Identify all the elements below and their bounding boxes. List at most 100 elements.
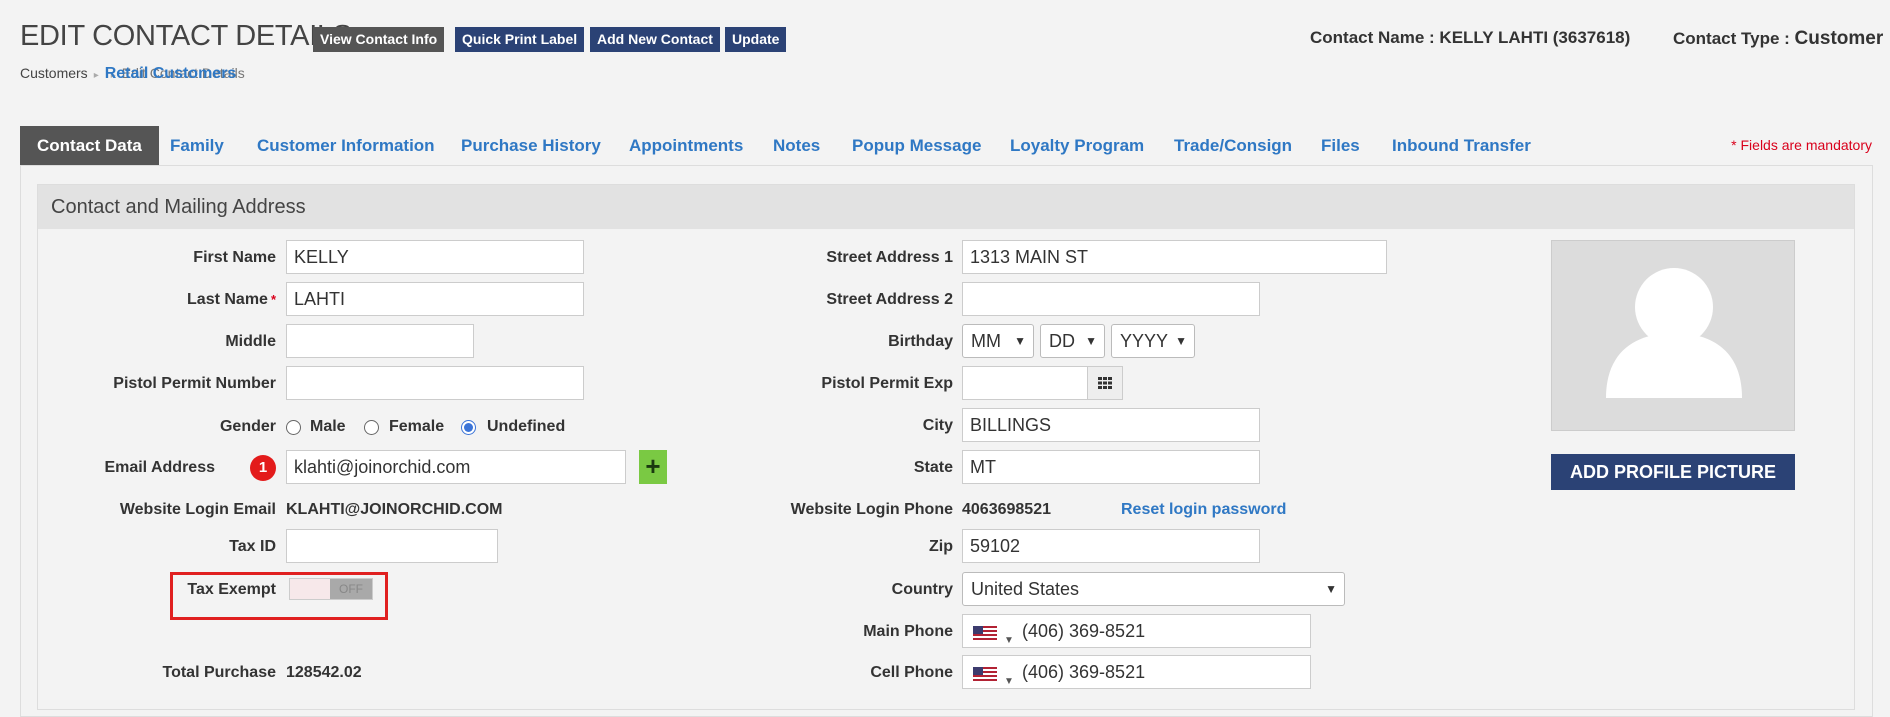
cell-phone-value: (406) 369-8521 xyxy=(1022,662,1146,682)
tab-notes[interactable]: Notes xyxy=(773,126,820,166)
website-login-email-value: KLAHTI@JOINORCHID.COM xyxy=(286,501,503,518)
website-login-phone-value: 4063698521 xyxy=(962,501,1051,518)
pistol-permit-exp-label: Pistol Permit Exp xyxy=(821,375,953,392)
city-input[interactable]: BILLINGS xyxy=(962,408,1260,442)
first-name-input[interactable]: KELLY xyxy=(286,240,584,274)
website-login-phone-label: Website Login Phone xyxy=(790,501,953,518)
birthday-month-select[interactable]: MM ▼ xyxy=(962,324,1034,358)
pistol-permit-exp-input[interactable] xyxy=(962,366,1089,400)
cell-phone-label: Cell Phone xyxy=(870,664,953,681)
contact-name-value: KELLY LAHTI (3637618) xyxy=(1439,28,1631,47)
breadcrumb: Customers ▸ Retail Customers ▸ Edit Contact … xyxy=(20,65,245,83)
birthday-day-value: DD xyxy=(1049,331,1075,351)
chevron-down-icon: ▼ xyxy=(1014,334,1026,348)
gender-female-radio[interactable] xyxy=(364,420,379,435)
tab-popup-message[interactable]: Popup Message xyxy=(852,126,981,166)
street-address-1-label: Street Address 1 xyxy=(826,249,953,266)
website-login-email-label: Website Login Email xyxy=(119,501,276,518)
section-title: Contact and Mailing Address xyxy=(38,185,1854,229)
main-phone-value: (406) 369-8521 xyxy=(1022,621,1146,641)
total-purchase-label: Total Purchase xyxy=(162,664,276,681)
email-label: Email Address xyxy=(104,459,215,476)
chevron-down-icon: ▼ xyxy=(1325,582,1337,596)
tab-customer-information[interactable]: Customer Information xyxy=(257,126,435,166)
caret-down-icon: ▼ xyxy=(1004,635,1014,646)
middle-input[interactable] xyxy=(286,324,474,358)
breadcrumb-retail-customers[interactable]: Retail Customers xyxy=(105,65,237,83)
middle-label: Middle xyxy=(225,333,276,350)
calendar-grid-icon-svg xyxy=(1098,377,1112,389)
view-contact-info-button[interactable]: View Contact Info xyxy=(313,27,445,52)
contact-type: Contact Type : Customer xyxy=(1673,28,1883,50)
street-address-1-input[interactable]: 1313 MAIN ST xyxy=(962,240,1387,274)
gender-label: Gender xyxy=(219,418,276,435)
tab-files[interactable]: Files xyxy=(1321,126,1360,166)
gender-male-radio[interactable] xyxy=(286,420,301,435)
quick-print-label-button[interactable]: Quick Print Label xyxy=(455,27,585,52)
gender-male-label: Male xyxy=(310,418,346,435)
zip-input[interactable]: 59102 xyxy=(962,529,1260,563)
city-label: City xyxy=(922,417,953,434)
tax-exempt-toggle[interactable]: OFF xyxy=(289,578,373,600)
breadcrumb-customers[interactable]: Customers xyxy=(20,65,88,81)
contact-name: Contact Name : KELLY LAHTI (3637618) xyxy=(1310,28,1630,48)
caret-down-icon: ▼ xyxy=(1004,676,1014,687)
birthday-day-select[interactable]: DD ▼ xyxy=(1040,324,1105,358)
required-marker: * xyxy=(270,292,276,307)
tab-loyalty-program[interactable]: Loyalty Program xyxy=(1010,126,1144,166)
gender-radio-group: Male Female Undefined xyxy=(286,418,586,438)
tax-exempt-label: Tax Exempt xyxy=(187,581,276,598)
calendar-grid-icon[interactable] xyxy=(1087,366,1123,400)
chevron-down-icon: ▼ xyxy=(1085,334,1097,348)
tax-id-input[interactable] xyxy=(286,529,498,563)
us-flag-icon[interactable] xyxy=(973,667,997,681)
reset-login-password-link[interactable]: Reset login password xyxy=(1121,501,1286,519)
state-input[interactable]: MT xyxy=(962,450,1260,484)
profile-picture xyxy=(1551,240,1795,431)
chevron-down-icon: ▼ xyxy=(1175,334,1187,348)
birthday-label: Birthday xyxy=(888,333,953,350)
last-name-input[interactable]: LAHTI xyxy=(286,282,584,316)
tab-trade-consign[interactable]: Trade/Consign xyxy=(1174,126,1292,166)
main-phone-label: Main Phone xyxy=(863,623,953,640)
breadcrumb-separator-icon: ▸ xyxy=(93,70,99,81)
contact-type-label: Contact Type : xyxy=(1673,29,1790,48)
birthday-year-select[interactable]: YYYY ▼ xyxy=(1111,324,1195,358)
birthday-month-value: MM xyxy=(971,331,1001,351)
tab-purchase-history[interactable]: Purchase History xyxy=(461,126,601,166)
first-name-label: First Name xyxy=(193,249,276,266)
tab-family[interactable]: Family xyxy=(170,126,224,166)
street-address-2-input[interactable] xyxy=(962,282,1260,316)
tab-contact-data[interactable]: Contact Data xyxy=(20,126,159,166)
add-email-plus-icon[interactable]: + xyxy=(639,450,667,484)
last-name-label: Last Name * xyxy=(187,291,276,309)
pistol-permit-input[interactable] xyxy=(286,366,584,400)
pistol-permit-label: Pistol Permit Number xyxy=(113,375,276,392)
tab-appointments[interactable]: Appointments xyxy=(629,126,743,166)
tab-inbound-transfer[interactable]: Inbound Transfer xyxy=(1392,126,1531,166)
country-select[interactable]: United States ▼ xyxy=(962,572,1345,606)
country-label: Country xyxy=(891,581,953,598)
zip-label: Zip xyxy=(929,538,953,555)
main-phone-input[interactable]: ▼ (406) 369-8521 xyxy=(962,614,1311,648)
cell-phone-input[interactable]: ▼ (406) 369-8521 xyxy=(962,655,1311,689)
mandatory-note: * Fields are mandatory xyxy=(1731,137,1872,153)
total-purchase-value: 128542.02 xyxy=(286,664,362,681)
avatar-placeholder-icon xyxy=(1606,268,1742,398)
contact-name-label: Contact Name : xyxy=(1310,28,1435,47)
update-button[interactable]: Update xyxy=(725,27,787,52)
us-flag-icon[interactable] xyxy=(973,626,997,640)
gender-female-label: Female xyxy=(389,418,445,435)
state-label: State xyxy=(913,459,953,476)
contact-type-value: Customer xyxy=(1794,28,1884,49)
country-value: United States xyxy=(971,579,1080,599)
tax-id-label: Tax ID xyxy=(229,538,276,555)
add-new-contact-button[interactable]: Add New Contact xyxy=(590,27,720,52)
tax-exempt-toggle-state: OFF xyxy=(330,579,372,599)
email-count-badge: 1 xyxy=(250,455,276,481)
email-input[interactable]: klahti@joinorchid.com xyxy=(286,450,626,484)
gender-undefined-label: Undefined xyxy=(487,418,566,435)
birthday-year-value: YYYY xyxy=(1120,331,1169,351)
gender-undefined-radio[interactable] xyxy=(461,420,476,435)
add-profile-picture-button[interactable]: ADD PROFILE PICTURE xyxy=(1551,454,1795,490)
